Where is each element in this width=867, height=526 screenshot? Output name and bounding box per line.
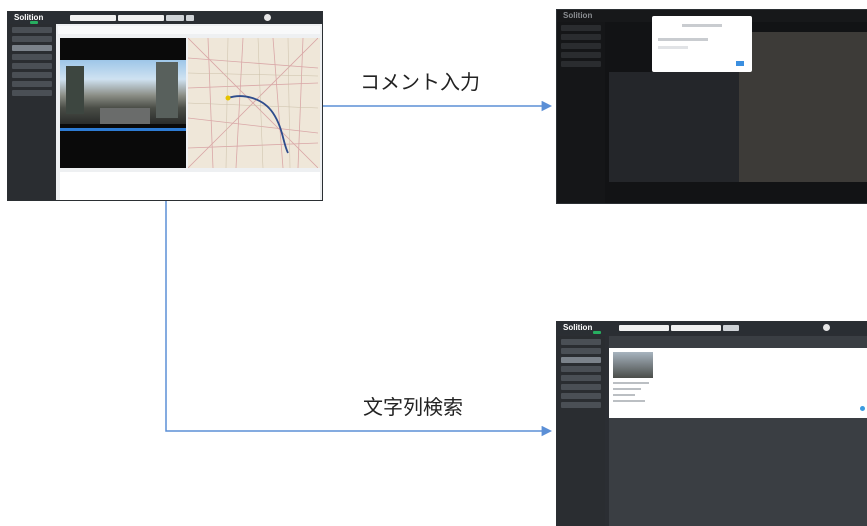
app-logo-search: Solition (563, 323, 593, 332)
app-logo-dim: Solition (563, 11, 593, 20)
sidebar-search (557, 336, 605, 526)
comment-save-button (736, 61, 744, 66)
search-input-filled (619, 325, 669, 331)
logo-badge-search (593, 331, 601, 334)
screenshot-comment-modal: Solition (557, 10, 867, 203)
sidebar-dim (557, 22, 605, 203)
route-map (188, 38, 320, 168)
map-dimmed (737, 32, 867, 182)
video-player (60, 38, 186, 168)
gear-icon (264, 14, 271, 21)
result-thumbnail (613, 352, 653, 378)
search-button-search (723, 325, 739, 331)
screenshot-main-view: Solition (8, 12, 322, 200)
comment-dialog (652, 16, 752, 72)
footer-panel (60, 172, 320, 200)
search-input (70, 15, 116, 21)
filter-input-search (671, 325, 721, 331)
main-content (56, 24, 322, 200)
video-dimmed (609, 72, 739, 182)
search-button (166, 15, 184, 21)
seek-bar (60, 128, 186, 131)
menu-button (186, 15, 194, 21)
filter-input (118, 15, 164, 21)
top-bar: Solition (8, 12, 322, 24)
status-dot (860, 406, 865, 411)
arrow-to-string-search (165, 200, 553, 437)
label-comment-input: コメント入力 (360, 70, 480, 94)
sidebar (8, 24, 56, 200)
label-string-search: 文字列検索 (363, 395, 463, 419)
top-bar-search: Solition (557, 322, 867, 334)
screenshot-search-results: Solition (557, 322, 867, 526)
app-logo: Solition (14, 13, 44, 22)
result-card (609, 348, 867, 418)
toolbar (58, 26, 320, 34)
gear-icon-search (823, 324, 830, 331)
